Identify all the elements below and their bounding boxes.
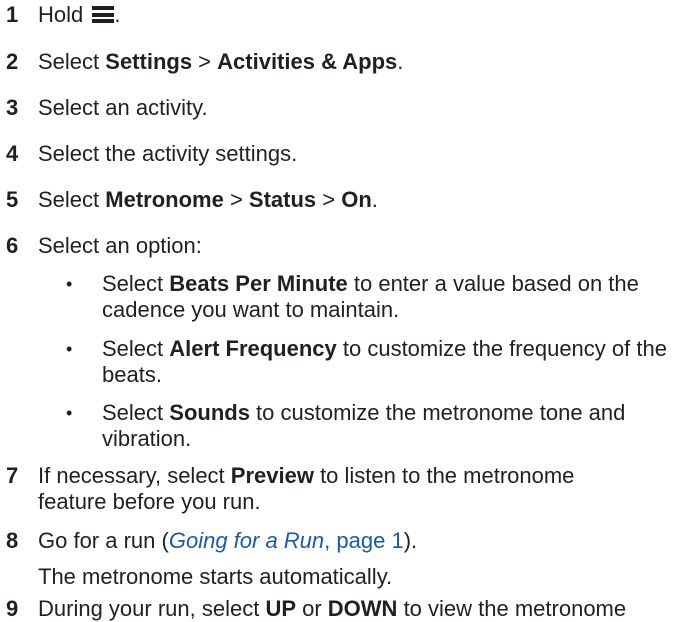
option-text-end: to customize the frequency of the bbox=[336, 336, 667, 361]
option-label: Alert Frequency bbox=[169, 336, 337, 361]
option-text-line2: beats. bbox=[102, 362, 162, 387]
bullet-dot: • bbox=[66, 339, 73, 359]
step-number: 5 bbox=[6, 187, 19, 212]
option-text-line2: vibration. bbox=[102, 426, 192, 451]
step-text: Select an activity. bbox=[38, 95, 208, 120]
button-up: UP bbox=[265, 596, 296, 621]
menu-on: On bbox=[341, 187, 372, 212]
step-text-mid: or bbox=[296, 596, 328, 621]
menu-metronome: Metronome bbox=[105, 187, 224, 212]
bullet-dot: • bbox=[66, 274, 73, 294]
step-text-line2: feature before you run. bbox=[38, 489, 261, 514]
bullet-dot: • bbox=[66, 403, 73, 423]
menu-status: Status bbox=[248, 187, 317, 212]
link-page-1[interactable]: page 1 bbox=[336, 528, 403, 553]
option-text-line2: cadence you want to maintain. bbox=[102, 297, 400, 322]
step-number: 9 bbox=[6, 596, 19, 621]
step-text-end: ). bbox=[403, 528, 418, 553]
separator: > bbox=[316, 187, 342, 212]
step-number: 2 bbox=[6, 49, 19, 74]
step-number: 1 bbox=[6, 2, 19, 27]
step-text-end: . bbox=[114, 2, 121, 27]
separator: > bbox=[223, 187, 249, 212]
option-label: Sounds bbox=[169, 400, 250, 425]
step-text: During your run, select bbox=[38, 596, 266, 621]
step-text: Go for a run ( bbox=[38, 528, 169, 553]
link-going-for-a-run[interactable]: Going for a Run bbox=[169, 528, 324, 553]
step-text: Select the activity settings. bbox=[38, 141, 298, 166]
separator: > bbox=[192, 49, 218, 74]
link-separator[interactable]: , bbox=[324, 528, 336, 553]
step-text: Hold bbox=[38, 2, 90, 27]
option-text: Select bbox=[102, 336, 170, 361]
step-text-end: to listen to the metronome bbox=[313, 463, 575, 488]
button-down: DOWN bbox=[327, 596, 398, 621]
menu-preview: Preview bbox=[230, 463, 314, 488]
step-number: 6 bbox=[6, 233, 19, 258]
step-text: If necessary, select bbox=[38, 463, 231, 488]
step-result-text: The metronome starts automatically. bbox=[38, 564, 393, 589]
option-text-end: to customize the metronome tone and bbox=[249, 400, 626, 425]
step-text: Select bbox=[38, 49, 106, 74]
menu-activities-apps: Activities & Apps bbox=[217, 49, 398, 74]
option-text: Select bbox=[102, 271, 170, 296]
step-text-end: . bbox=[371, 187, 378, 212]
option-label: Beats Per Minute bbox=[169, 271, 348, 296]
option-text: Select bbox=[102, 400, 170, 425]
step-text-end: to view the metronome bbox=[397, 596, 627, 621]
step-number: 4 bbox=[6, 141, 19, 166]
step-text-end: . bbox=[397, 49, 404, 74]
menu-icon bbox=[92, 6, 115, 23]
step-number: 7 bbox=[6, 463, 19, 488]
option-text-end: to enter a value based on the bbox=[347, 271, 639, 296]
step-number: 8 bbox=[6, 528, 19, 553]
step-text: Select bbox=[38, 187, 106, 212]
step-number: 3 bbox=[6, 95, 19, 120]
step-text: Select an option: bbox=[38, 233, 202, 258]
menu-settings: Settings bbox=[105, 49, 193, 74]
